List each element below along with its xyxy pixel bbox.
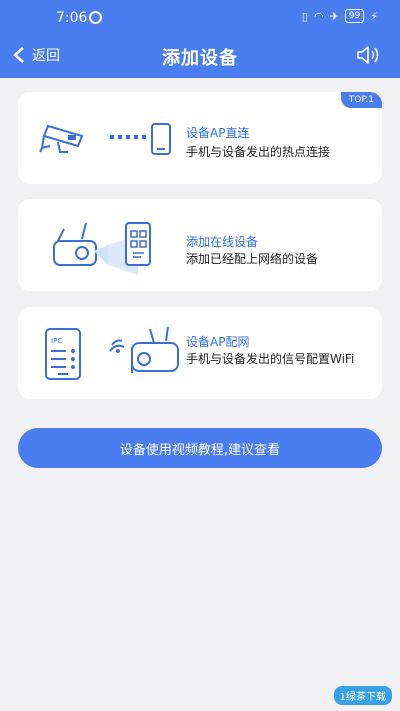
card-title: 添加在线设备 bbox=[186, 235, 259, 249]
card-title: 设备AP配网 bbox=[186, 335, 250, 349]
watermark: 1绿茶下载 bbox=[333, 686, 392, 705]
card-ap-network[interactable]: IPC 设备AP配网 手机与设备发出的信号配置WiFi bbox=[18, 307, 382, 399]
status-time: 7:06 bbox=[56, 10, 88, 26]
svg-text:IPC: IPC bbox=[51, 337, 62, 345]
charging-icon: ⚡ bbox=[370, 9, 378, 23]
speaker-icon[interactable] bbox=[356, 44, 382, 66]
camera-scan-icon bbox=[53, 222, 151, 275]
card-ap-direct[interactable]: TOP.1 设备AP直连 手机与设备发出的热点连接 bbox=[18, 92, 382, 184]
vibrate-icon: ▯ bbox=[301, 9, 308, 23]
top-bar: 7:06 ▯ ◠ ✈ 99 ⚡ 返回 添加设备 bbox=[0, 0, 400, 78]
video-tutorial-button[interactable]: 设备使用视频教程,建议查看 bbox=[18, 428, 382, 468]
header: 返回 添加设备 bbox=[0, 36, 400, 76]
settings-status-icon bbox=[89, 11, 102, 24]
status-bar: 7:06 ▯ ◠ ✈ 99 ⚡ bbox=[0, 0, 400, 36]
airplane-icon: ✈ bbox=[329, 9, 339, 23]
battery-icon: 99 bbox=[344, 9, 365, 23]
camera-icon bbox=[39, 124, 84, 153]
phone-icon bbox=[151, 123, 171, 155]
camera-signal-icon bbox=[109, 326, 179, 373]
video-tutorial-label: 设备使用视频教程,建议查看 bbox=[119, 442, 281, 458]
top-badge: TOP.1 bbox=[340, 92, 382, 108]
card-title: 设备AP直连 bbox=[186, 126, 250, 140]
page-title: 添加设备 bbox=[162, 48, 238, 69]
card-description: 手机与设备发出的信号配置WiFi bbox=[186, 352, 355, 366]
phone-wifi-icon: IPC bbox=[45, 328, 81, 380]
wifi-icon: ◠ bbox=[313, 9, 324, 23]
card-description: 添加已经配上网络的设备 bbox=[186, 252, 319, 266]
status-icons: ▯ ◠ ✈ 99 ⚡ bbox=[302, 9, 378, 23]
card-description: 手机与设备发出的热点连接 bbox=[186, 145, 331, 159]
card-add-online[interactable]: 添加在线设备 添加已经配上网络的设备 bbox=[18, 199, 382, 291]
connection-dots-icon bbox=[110, 135, 146, 139]
